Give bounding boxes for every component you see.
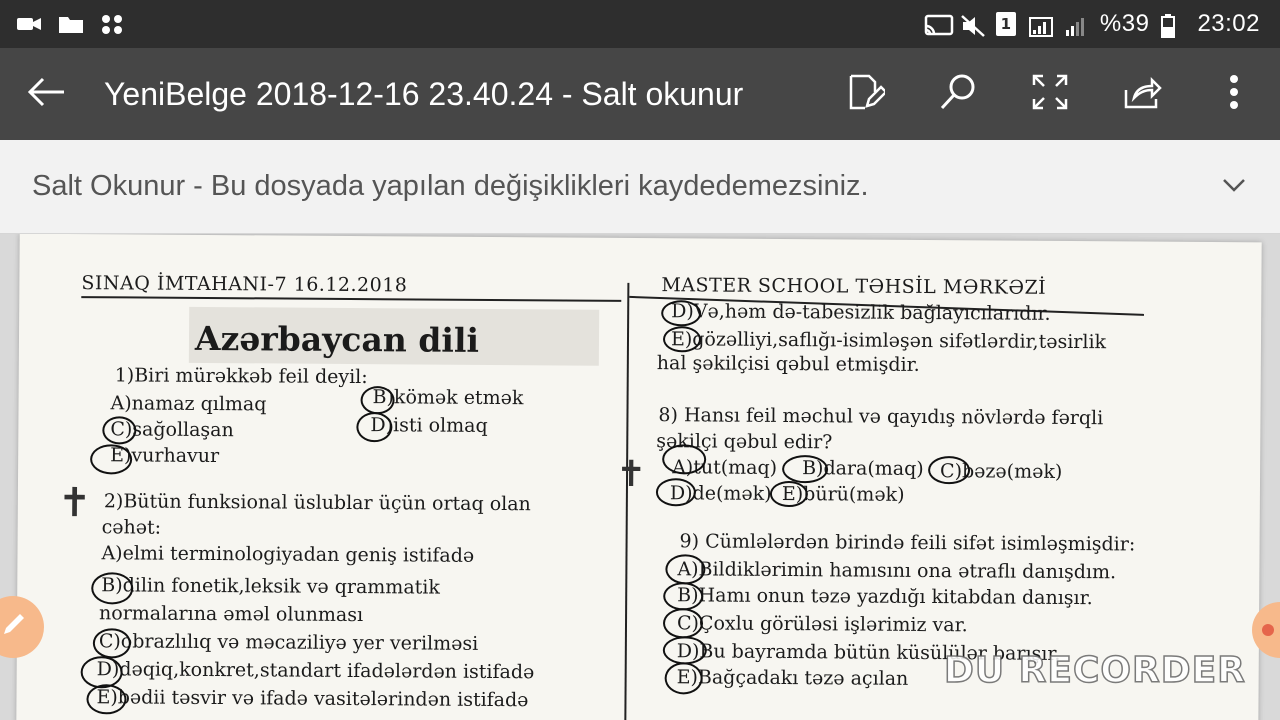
sim-slot-badge: 1 xyxy=(995,12,1016,36)
back-arrow-icon xyxy=(26,77,66,111)
q9-text: 9) Cümlələrdən birində feili sifət isiml… xyxy=(679,530,1136,556)
answer-circle xyxy=(665,554,706,585)
q1-text: 1)Biri mürəkkəb feil deyil: xyxy=(114,364,368,389)
answer-circle xyxy=(92,628,131,659)
q2-option-b-cont: normalarına əməl olunması xyxy=(99,602,364,627)
status-bar: 1 %39 23:02 xyxy=(0,0,1280,48)
share-button[interactable] xyxy=(1096,48,1188,140)
school-header: MASTER SCHOOL TƏHSİL MƏRKƏZİ xyxy=(661,274,1047,299)
read-only-message: Salt Okunur - Bu dosyada yapılan değişik… xyxy=(32,170,869,202)
answer-circle xyxy=(360,386,395,415)
answer-circle xyxy=(927,456,971,485)
signal-icon xyxy=(1028,14,1053,37)
q2-option-b: B)dilin fonetik,leksik və qrammatik xyxy=(101,574,440,599)
scanned-page: SINAQ İMTAHANI-7 16.12.2018 MASTER SCHOO… xyxy=(16,234,1262,720)
fullscreen-icon xyxy=(1032,74,1068,114)
edit-icon xyxy=(847,72,888,116)
q2-text-cont: cəhət: xyxy=(101,516,162,539)
recorder-watermark: DU RECORDER xyxy=(943,649,1246,692)
answer-circle xyxy=(769,480,809,508)
answer-circle xyxy=(90,444,133,475)
q9-option-c: C)Çoxlu görüləsi işlərimiz var. xyxy=(676,612,968,637)
q2-option-a: A)elmi terminologiyadan geniş istifadə xyxy=(101,542,475,567)
q7-option-d: D)Və,həm də-tabesizlik bağlayıcılarıdır. xyxy=(671,300,1051,325)
mute-icon xyxy=(960,14,985,37)
exam-header: SINAQ İMTAHANI-7 16.12.2018 xyxy=(81,272,408,297)
q8-text: 8) Hansı feil məchul və qayıdış növlərdə… xyxy=(658,404,1104,430)
q9-option-a: A)Bildiklərimin hamısını ona ətraflı dan… xyxy=(677,558,1117,584)
search-icon xyxy=(938,72,978,116)
folder-icon xyxy=(58,14,83,34)
answer-circle xyxy=(91,572,134,605)
app-bar: YeniBelge 2018-12-16 23.40.24 - Salt oku… xyxy=(0,48,1280,140)
answer-circle xyxy=(356,412,393,443)
q1-option-b: B)kömək etmək xyxy=(372,386,524,410)
column-divider xyxy=(624,282,630,720)
answer-circle xyxy=(661,300,702,327)
pen-icon xyxy=(0,612,26,642)
answer-circle xyxy=(662,608,704,639)
q9-option-e: E)Bağçadakı təzə açılan xyxy=(676,666,909,690)
fullscreen-button[interactable] xyxy=(1004,48,1096,140)
battery-icon xyxy=(1161,14,1185,38)
answer-circle xyxy=(662,326,702,353)
apps-grid-icon xyxy=(100,14,124,34)
subject-title: Azərbaycan dili xyxy=(194,318,480,360)
answer-circle xyxy=(664,662,703,695)
answer-circle xyxy=(662,636,707,665)
answer-circle xyxy=(86,684,127,715)
document-viewport[interactable]: SINAQ İMTAHANI-7 16.12.2018 MASTER SCHOO… xyxy=(0,234,1280,720)
header-rule-left xyxy=(81,296,622,302)
back-button[interactable] xyxy=(0,48,92,140)
read-only-banner: Salt Okunur - Bu dosyada yapılan değişik… xyxy=(0,140,1280,234)
cross-mark: ✝ xyxy=(57,479,92,527)
q2-option-e: E)bədii təsvir və ifadə vasitələrindən i… xyxy=(96,686,529,712)
more-vert-icon xyxy=(1229,74,1239,114)
q7-option-e: E)gözəlliyi,saflığı-isimləşən sifətlərdi… xyxy=(670,328,1107,354)
battery-percent: %39 xyxy=(1099,10,1150,37)
q1-option-a: A)namaz qılmaq xyxy=(110,392,267,416)
document-title: YeniBelge 2018-12-16 23.40.24 - Salt oku… xyxy=(104,75,744,112)
cross-mark: ✝ xyxy=(615,453,647,496)
more-options-button[interactable] xyxy=(1188,48,1280,140)
share-icon xyxy=(1122,74,1162,114)
signal-weak-icon xyxy=(1064,14,1088,36)
edit-button[interactable] xyxy=(820,48,912,140)
q9-option-b: B)Hamı onun təzə yazdığı kitabdan danışı… xyxy=(677,584,1093,610)
answer-circle xyxy=(102,416,137,445)
answer-circle xyxy=(655,478,697,507)
answer-circle xyxy=(663,582,704,611)
chevron-down-icon xyxy=(1222,177,1246,196)
answer-circle xyxy=(662,444,707,475)
banner-expand-button[interactable] xyxy=(1188,140,1280,234)
q2-option-c: C)obrazlılıq və məcaziliyə yer verilməsi xyxy=(98,630,479,655)
q2-text: 2)Bütün funksional üslublar üçün ortaq o… xyxy=(103,490,531,516)
video-camera-icon xyxy=(16,14,41,34)
cast-icon xyxy=(924,14,954,36)
q7-option-e-cont: hal şəkilçisi qəbul etmişdir. xyxy=(656,352,920,376)
q2-option-d: D)dəqiq,konkret,standart ifadələrdən ist… xyxy=(96,658,535,684)
search-button[interactable] xyxy=(912,48,1004,140)
answer-circle xyxy=(782,454,829,484)
clock: 23:02 xyxy=(1197,10,1260,37)
